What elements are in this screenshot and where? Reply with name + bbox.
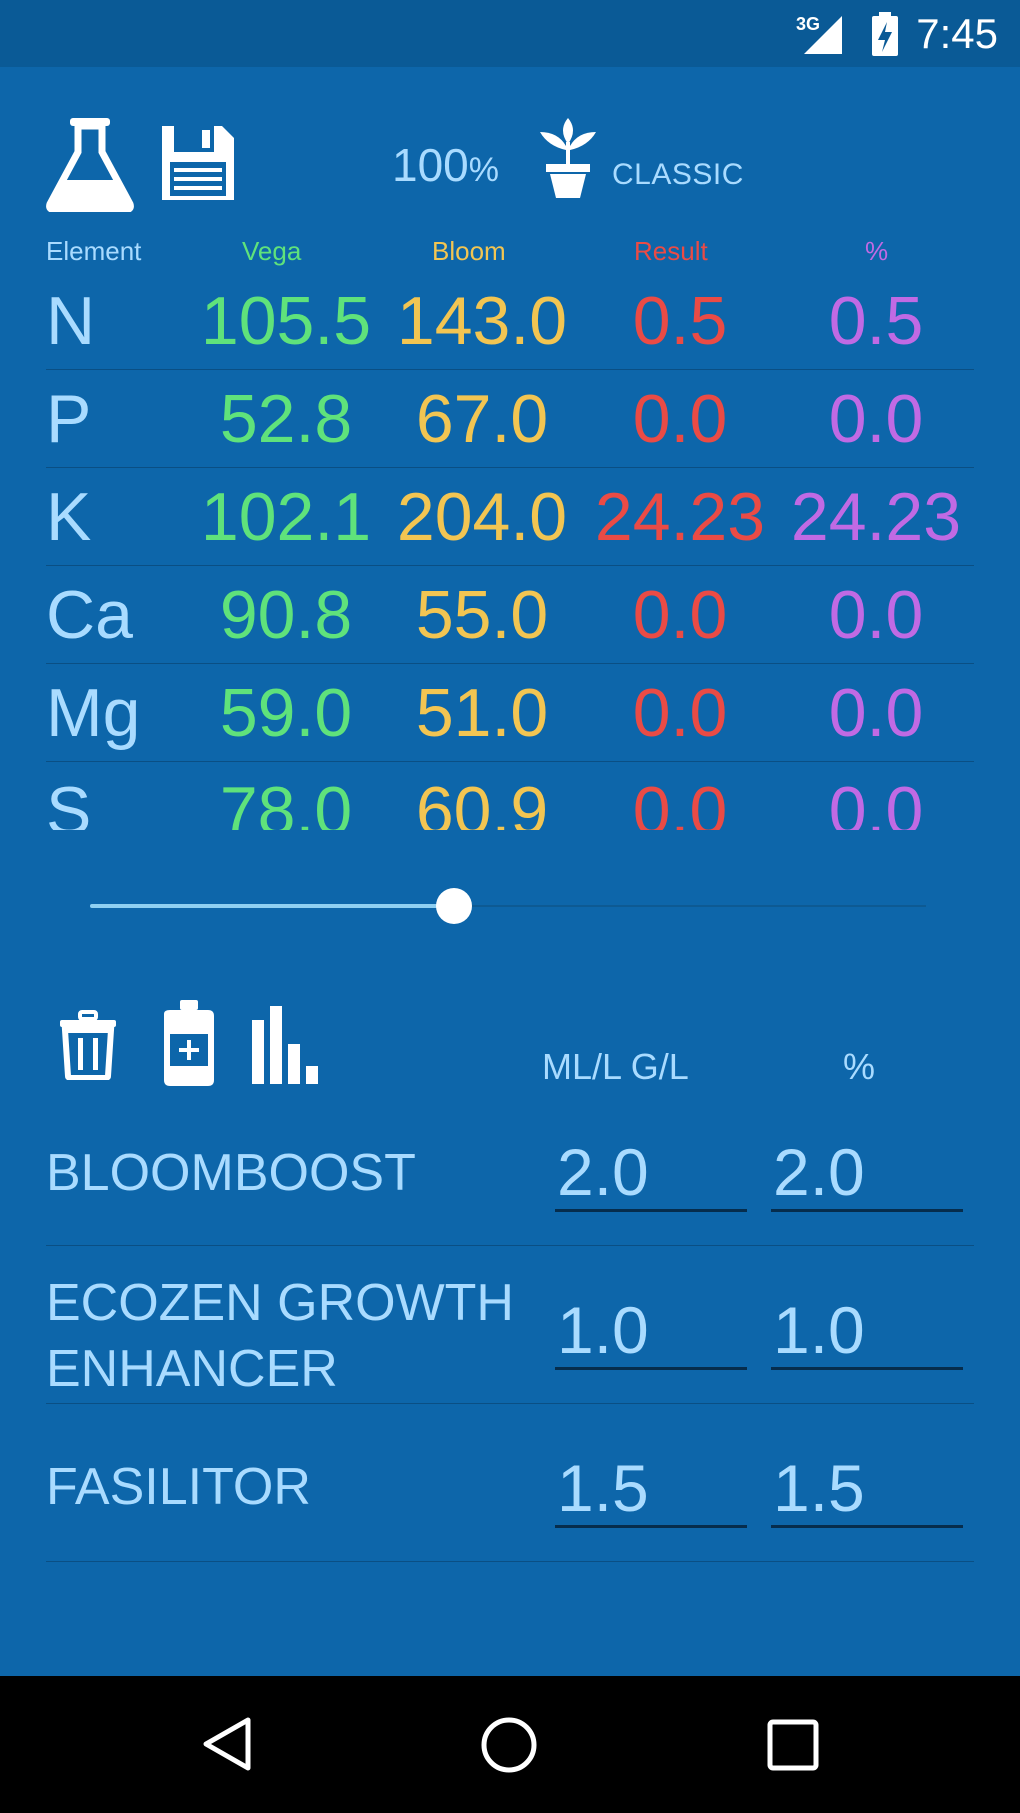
header-element: Element bbox=[46, 236, 142, 266]
element-name: S bbox=[46, 773, 92, 830]
result-value: 0.0 bbox=[632, 773, 728, 830]
slider-track bbox=[454, 905, 926, 907]
product-row[interactable]: BLOOMBOOST 2.0 2.0 bbox=[46, 1120, 974, 1246]
strength-label[interactable]: 100% bbox=[392, 138, 499, 192]
header-bloom: Bloom bbox=[432, 236, 506, 266]
percent-value: 0.0 bbox=[828, 381, 924, 457]
vega-value: 102.1 bbox=[200, 479, 372, 555]
result-value: 0.0 bbox=[632, 675, 728, 751]
vega-value: 52.8 bbox=[219, 381, 353, 457]
percent-value: 0.0 bbox=[828, 773, 924, 830]
table-row: Mg 59.0 51.0 0.0 0.0 bbox=[46, 664, 974, 762]
potted-plant-icon[interactable] bbox=[538, 116, 598, 200]
percent-field[interactable]: 1.5 bbox=[771, 1436, 963, 1528]
table-row: Ca 90.8 55.0 0.0 0.0 bbox=[46, 566, 974, 664]
dose-header: ML/L G/L bbox=[542, 1046, 689, 1087]
product-row[interactable]: FASILITOR 1.5 1.5 bbox=[46, 1404, 974, 1562]
clock: 7:45 bbox=[916, 10, 998, 57]
element-name: P bbox=[46, 381, 92, 457]
product-name: BLOOMBOOST bbox=[46, 1144, 416, 1202]
strength-value: 100 bbox=[392, 139, 469, 191]
product-name: ECOZEN GROWTH ENHANCER bbox=[46, 1274, 514, 1398]
bloom-value: 143.0 bbox=[396, 283, 568, 359]
dose-field[interactable]: 2.0 bbox=[555, 1120, 747, 1212]
dose-field[interactable]: 1.5 bbox=[555, 1436, 747, 1528]
mode-label[interactable]: CLASSIC bbox=[612, 158, 744, 192]
table-row: N 105.5 143.0 0.5 0.5 bbox=[46, 272, 974, 370]
slider-thumb[interactable] bbox=[436, 888, 472, 924]
battery-charging-icon bbox=[872, 12, 898, 56]
percent-value: 1.0 bbox=[773, 1293, 865, 1367]
navigation-bar bbox=[0, 1676, 1020, 1813]
header-percent: % bbox=[865, 236, 889, 266]
bloom-value: 204.0 bbox=[396, 479, 568, 555]
product-row[interactable]: ECOZEN GROWTH ENHANCER 1.0 1.0 bbox=[46, 1246, 974, 1404]
strength-unit: % bbox=[468, 151, 499, 189]
vega-value: 90.8 bbox=[219, 577, 353, 653]
result-value: 24.23 bbox=[594, 479, 766, 555]
bloom-value: 55.0 bbox=[415, 577, 549, 653]
table-row: K 102.1 204.0 24.23 24.23 bbox=[46, 468, 974, 566]
percent-value: 0.5 bbox=[828, 283, 924, 359]
percent-field[interactable]: 2.0 bbox=[771, 1120, 963, 1212]
element-name: K bbox=[46, 479, 92, 555]
dose-value: 1.0 bbox=[557, 1293, 649, 1367]
vega-value: 59.0 bbox=[219, 675, 353, 751]
table-row: S 78.0 60.9 0.0 0.0 bbox=[46, 762, 974, 830]
element-name: Mg bbox=[46, 675, 141, 751]
percent-value: 1.5 bbox=[773, 1451, 865, 1525]
slider-track-active bbox=[90, 904, 454, 908]
signal-icon: 3G bbox=[796, 14, 842, 54]
result-value: 0.0 bbox=[632, 381, 728, 457]
header-vega: Vega bbox=[242, 236, 302, 266]
percent-value: 2.0 bbox=[773, 1135, 865, 1209]
element-table[interactable]: N 105.5 143.0 0.5 0.5 P 52.8 67.0 0.0 0.… bbox=[0, 272, 1020, 830]
network-type: 3G bbox=[796, 14, 820, 34]
back-triangle-icon[interactable] bbox=[200, 1716, 254, 1772]
header-result: Result bbox=[634, 236, 708, 266]
element-name: N bbox=[46, 283, 96, 359]
home-circle-icon[interactable] bbox=[480, 1716, 538, 1774]
table-row: P 52.8 67.0 0.0 0.0 bbox=[46, 370, 974, 468]
product-name: FASILITOR bbox=[46, 1458, 311, 1516]
vega-value: 105.5 bbox=[200, 283, 372, 359]
recents-square-icon[interactable] bbox=[766, 1718, 820, 1772]
add-bottle-icon[interactable] bbox=[160, 1000, 218, 1086]
trash-icon[interactable] bbox=[58, 1010, 118, 1080]
percent-value: 0.0 bbox=[828, 577, 924, 653]
percent-value: 0.0 bbox=[828, 675, 924, 751]
dose-field[interactable]: 1.0 bbox=[555, 1278, 747, 1370]
dose-value: 1.5 bbox=[557, 1451, 649, 1525]
result-value: 0.5 bbox=[632, 283, 728, 359]
bar-chart-icon[interactable] bbox=[250, 1006, 330, 1084]
dose-value: 2.0 bbox=[557, 1135, 649, 1209]
floppy-disk-icon[interactable] bbox=[158, 122, 238, 204]
bloom-value: 67.0 bbox=[415, 381, 549, 457]
status-bar: 3G 7:45 bbox=[0, 0, 1020, 67]
strength-slider[interactable] bbox=[90, 886, 926, 926]
percent-value: 24.23 bbox=[790, 479, 962, 555]
element-name: Ca bbox=[46, 577, 133, 653]
bloom-value: 60.9 bbox=[415, 773, 549, 830]
percent-field[interactable]: 1.0 bbox=[771, 1278, 963, 1370]
bloom-value: 51.0 bbox=[415, 675, 549, 751]
result-value: 0.0 bbox=[632, 577, 728, 653]
product-percent-header: % bbox=[843, 1046, 876, 1087]
vega-value: 78.0 bbox=[219, 773, 353, 830]
flask-icon[interactable] bbox=[46, 116, 134, 212]
